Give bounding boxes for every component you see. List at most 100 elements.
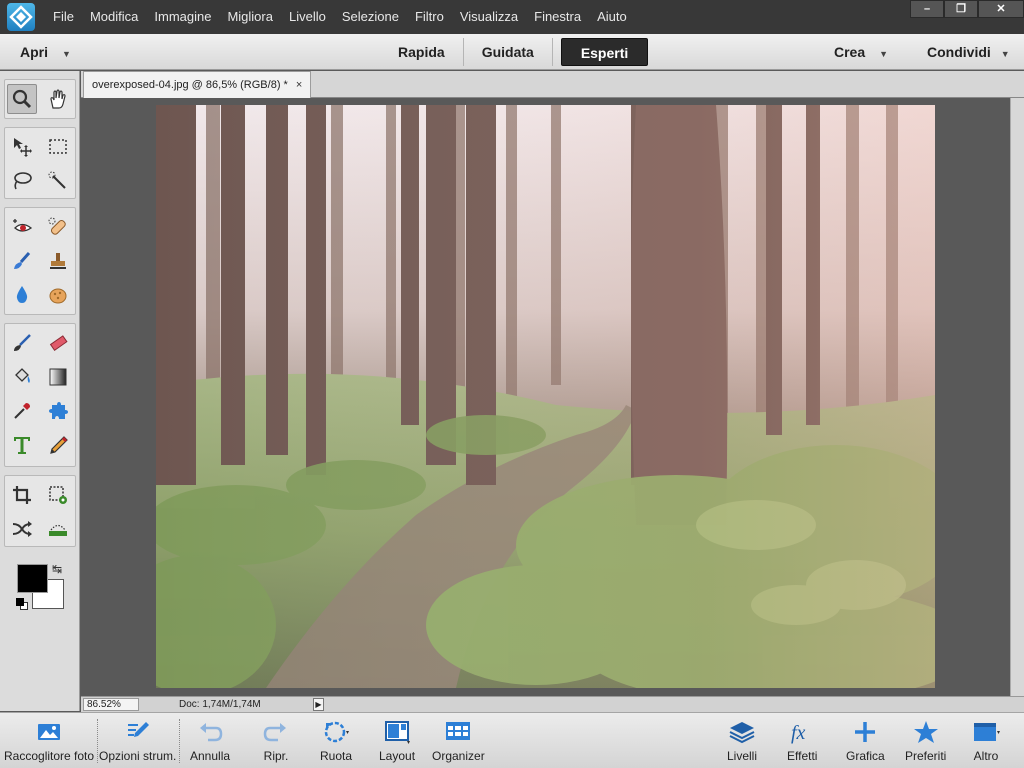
document-image[interactable] <box>156 105 935 688</box>
redo-button[interactable]: Ripr. <box>262 719 290 763</box>
clone-stamp-icon <box>50 253 66 269</box>
tab-esperti[interactable]: Esperti <box>560 38 649 66</box>
recompose-tool[interactable] <box>43 480 73 510</box>
vertical-scrollbar[interactable] <box>1010 98 1024 696</box>
blur-tool[interactable] <box>7 280 37 310</box>
close-document-icon[interactable]: × <box>296 79 302 91</box>
crop-tool[interactable] <box>7 480 37 510</box>
sponge-tool[interactable] <box>43 280 73 310</box>
clone-stamp-tool[interactable] <box>43 246 73 276</box>
graphics-button[interactable]: Grafica <box>846 719 885 763</box>
quick-selection-tool[interactable] <box>43 166 73 196</box>
zoom-tool[interactable] <box>7 84 37 114</box>
menu-selezione[interactable]: Selezione <box>334 0 407 34</box>
straighten-icon <box>49 524 67 536</box>
swap-colors-icon[interactable]: ↹ <box>52 563 62 575</box>
marquee-tool[interactable] <box>43 132 73 162</box>
elements-logo-icon <box>9 5 33 29</box>
tool-group-select <box>4 127 76 199</box>
layout-button[interactable]: Layout <box>379 719 415 763</box>
canvas-area[interactable] <box>81 98 1010 696</box>
menu-bar: File Modifica Immagine Migliora Livello … <box>0 0 1024 34</box>
svg-text:fx: fx <box>791 722 806 744</box>
paint-bucket-icon <box>15 368 30 383</box>
straighten-tool[interactable] <box>43 514 73 544</box>
tool-group-enhance <box>4 207 76 315</box>
share-label: Condividi <box>927 44 991 60</box>
custom-shape-tool[interactable] <box>43 396 73 426</box>
move-icon <box>14 138 32 157</box>
document-tab[interactable]: overexposed-04.jpg @ 86,5% (RGB/8) * × <box>83 71 312 98</box>
paint-bucket-tool[interactable] <box>7 362 37 392</box>
photo-bin-button[interactable]: Raccoglitore foto <box>4 719 94 763</box>
smart-brush-tool[interactable] <box>7 246 37 276</box>
minimize-button[interactable]: – <box>910 0 944 18</box>
layers-button[interactable]: Livelli <box>727 719 757 763</box>
menu-modifica[interactable]: Modifica <box>82 0 146 34</box>
rotate-icon <box>324 721 350 743</box>
taskbar-divider <box>97 719 98 763</box>
layers-icon <box>729 722 755 744</box>
bandage-icon <box>48 217 66 235</box>
menu-visualizza[interactable]: Visualizza <box>452 0 526 34</box>
marquee-icon <box>49 139 67 154</box>
favorites-button[interactable]: Preferiti <box>905 719 946 763</box>
graphics-label: Grafica <box>846 749 885 763</box>
eraser-tool[interactable] <box>43 328 73 358</box>
pencil-tool[interactable] <box>43 430 73 460</box>
gradient-tool[interactable] <box>43 362 73 392</box>
eyedropper-tool[interactable] <box>7 396 37 426</box>
red-eye-tool[interactable] <box>7 212 37 242</box>
foreground-color-swatch[interactable] <box>17 564 48 593</box>
menu-immagine[interactable]: Immagine <box>146 0 219 34</box>
photo-bin-icon <box>38 724 61 740</box>
status-menu-arrow-icon[interactable]: ▶ <box>313 698 324 711</box>
eraser-icon <box>49 335 68 351</box>
recompose-icon <box>49 486 67 504</box>
effects-button[interactable]: fx Effetti <box>787 719 817 763</box>
text-tool[interactable] <box>7 430 37 460</box>
eyedropper-icon <box>14 403 30 419</box>
menu-finestra[interactable]: Finestra <box>526 0 589 34</box>
hand-icon <box>50 89 66 109</box>
tab-guidata[interactable]: Guidata <box>464 38 553 66</box>
create-menu-button[interactable]: Crea ▼ <box>834 34 888 72</box>
menu-filtro[interactable]: Filtro <box>407 0 452 34</box>
undo-button[interactable]: Annulla <box>190 719 230 763</box>
close-window-button[interactable]: ✕ <box>978 0 1024 18</box>
tab-rapida[interactable]: Rapida <box>380 38 464 66</box>
content-aware-move-tool[interactable] <box>7 514 37 544</box>
effects-label: Effetti <box>787 749 818 763</box>
spot-healing-tool[interactable] <box>43 212 73 242</box>
app-logo[interactable] <box>7 3 35 31</box>
tool-options-icon <box>127 722 149 737</box>
rotate-button[interactable]: Ruota <box>320 719 352 763</box>
more-button[interactable]: Altro <box>972 719 1000 763</box>
menu-aiuto[interactable]: Aiuto <box>589 0 635 34</box>
menu-livello[interactable]: Livello <box>281 0 334 34</box>
tool-options-button[interactable]: Opzioni strum. <box>99 719 176 763</box>
chevron-down-icon: ▼ <box>879 49 889 59</box>
shuffle-icon <box>12 521 32 537</box>
tool-options-label: Opzioni strum. <box>99 749 177 763</box>
restore-button[interactable]: ❐ <box>944 0 978 18</box>
menu-file[interactable]: File <box>45 0 82 34</box>
photo-bin-label: Raccoglitore foto <box>4 749 95 763</box>
menu-migliora[interactable]: Migliora <box>219 0 281 34</box>
open-menu-button[interactable]: Apri ▼ <box>20 34 71 72</box>
rotate-label: Ruota <box>320 749 353 763</box>
tool-group-draw <box>4 323 76 467</box>
hand-tool[interactable] <box>43 84 73 114</box>
favorites-label: Preferiti <box>905 749 947 763</box>
move-tool[interactable] <box>7 132 37 162</box>
brush-icon <box>14 334 31 351</box>
crop-icon <box>13 486 31 504</box>
organizer-button[interactable]: Organizer <box>432 719 485 763</box>
zoom-level-field[interactable]: 86.52% <box>83 698 139 711</box>
layout-icon <box>385 721 411 744</box>
default-colors-icon[interactable] <box>16 598 28 610</box>
document-info: Doc: 1,74M/1,74M <box>179 699 261 710</box>
share-menu-button[interactable]: Condividi ▼ <box>927 34 1010 72</box>
lasso-tool[interactable] <box>7 166 37 196</box>
brush-tool[interactable] <box>7 328 37 358</box>
